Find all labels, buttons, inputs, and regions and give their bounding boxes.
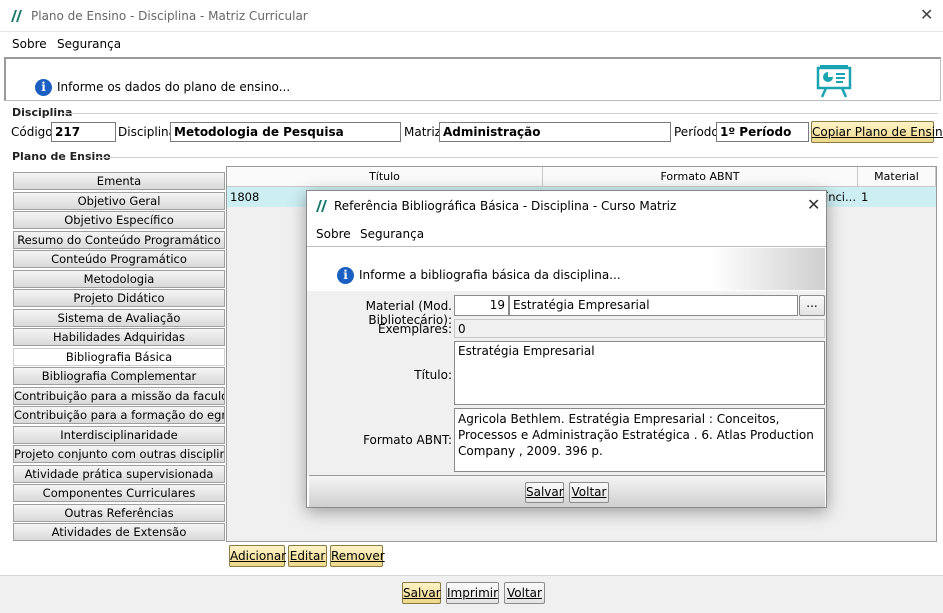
formato-abnt-field[interactable]: Agricola Bethlem. Estratégia Empresarial… — [454, 408, 825, 472]
tab-componentes-curriculares[interactable]: Componentes Curriculares — [13, 484, 225, 502]
app-logo-icon — [10, 9, 24, 23]
main-title-bar: Plano de Ensino - Disciplina - Matriz Cu… — [0, 0, 943, 32]
tab-interdisciplinaridade[interactable]: Interdisciplinaridade — [13, 426, 225, 444]
tab-contribuicao-para-a-formacao-do-egresso[interactable]: Contribuição para a formação do egresso — [13, 406, 225, 424]
voltar-button[interactable]: Voltar — [504, 582, 545, 604]
material-lookup-button[interactable]: ... — [799, 295, 825, 316]
tab-atividade-pratica-supervisionada[interactable]: Atividade prática supervisionada — [13, 465, 225, 483]
info-icon: i — [35, 79, 52, 96]
dialog-info-icon: i — [337, 267, 354, 284]
dialog-close-icon[interactable]: ✕ — [807, 195, 820, 214]
tab-contribuicao-para-a-missao-da-faculdade[interactable]: Contribuição para a missão da faculdade — [13, 387, 225, 405]
imprimir-button[interactable]: Imprimir — [446, 582, 499, 604]
remover-button[interactable]: Remover — [330, 545, 385, 567]
codigo-field[interactable]: 217 — [51, 122, 116, 142]
periodo-field[interactable]: 1º Período — [716, 122, 809, 142]
dialog-form-area: Material (Mod. Bibliotecário): 19 Estrat… — [307, 291, 826, 475]
menu-bar: Sobre Segurança — [0, 32, 943, 56]
dialog-info-message: Informe a bibliografia básica da discipl… — [359, 268, 621, 282]
presentation-board-icon — [814, 63, 854, 102]
tab-bibliografia-complementar[interactable]: Bibliografia Complementar — [13, 367, 225, 385]
dialog-app-logo-icon — [315, 199, 329, 216]
disciplina-field[interactable]: Metodologia de Pesquisa — [170, 122, 401, 142]
tab-habilidades-adquiridas[interactable]: Habilidades Adquiridas — [13, 328, 225, 346]
tab-objetivo-especifico[interactable]: Objetivo Específico — [13, 211, 225, 229]
exemplares-label: Exemplares: — [377, 322, 452, 336]
row-material-cell: 1 — [861, 190, 869, 204]
menu-sobre[interactable]: Sobre — [12, 37, 47, 51]
editar-button[interactable]: Editar — [288, 545, 327, 567]
dialog-salvar-button[interactable]: Salvar — [525, 482, 564, 503]
referencia-dialog: Referência Bibliográfica Básica - Discip… — [306, 190, 827, 508]
column-header-formato-abnt[interactable]: Formato ABNT — [543, 167, 858, 187]
dialog-menu-seguranca[interactable]: Segurança — [360, 227, 424, 241]
column-header-material[interactable]: Material — [858, 167, 936, 187]
tab-objetivo-geral[interactable]: Objetivo Geral — [13, 192, 225, 210]
column-header-titulo[interactable]: Título — [227, 167, 543, 187]
dialog-info-banner: i Informe a bibliografia básica da disci… — [309, 248, 825, 290]
dialog-title: Referência Bibliográfica Básica - Discip… — [334, 199, 677, 213]
material-code-field[interactable]: 19 — [454, 295, 509, 316]
tab-bibliografia-basica[interactable]: Bibliografia Básica — [13, 348, 225, 366]
tab-metodologia[interactable]: Metodologia — [13, 270, 225, 288]
titulo-label: Título: — [414, 368, 452, 382]
salvar-button[interactable]: Salvar — [402, 582, 441, 604]
matriz-field[interactable]: Administração — [439, 122, 671, 142]
info-message: Informe os dados do plano de ensino... — [57, 80, 291, 94]
dialog-menu-sobre[interactable]: Sobre — [316, 227, 351, 241]
titulo-field[interactable]: Estratégia Empresarial — [454, 341, 825, 405]
info-banner: i Informe os dados do plano de ensino... — [4, 57, 941, 101]
exemplares-field: 0 — [454, 319, 825, 338]
row-id-cell: 1808 — [230, 190, 260, 204]
dialog-footer — [309, 475, 825, 507]
window-title: Plano de Ensino - Disciplina - Matriz Cu… — [31, 9, 308, 23]
close-icon[interactable]: ✕ — [920, 5, 933, 24]
copiar-plano-button[interactable]: Copiar Plano de Ensino — [811, 121, 943, 143]
row-formato-cell: ínci... — [825, 190, 856, 204]
codigo-label: Código: — [11, 125, 57, 139]
tab-projeto-conjunto-com-outras-disciplinas[interactable]: Projeto conjunto com outras disciplinas — [13, 445, 225, 463]
tab-sistema-de-avaliacao[interactable]: Sistema de Avaliação — [13, 309, 225, 327]
tab-outras-referencias[interactable]: Outras Referências — [13, 504, 225, 522]
menu-seguranca[interactable]: Segurança — [57, 37, 121, 51]
adicionar-button[interactable]: Adicionar — [229, 545, 286, 567]
tab-resumo-do-conteudo-programatico[interactable]: Resumo do Conteúdo Programático — [13, 231, 225, 249]
section-divider — [62, 113, 938, 114]
tab-projeto-didatico[interactable]: Projeto Didático — [13, 289, 225, 307]
tab-atividades-de-extensao[interactable]: Atividades de Extensão — [13, 523, 225, 541]
dialog-menu-divider — [307, 246, 826, 247]
dialog-voltar-button[interactable]: Voltar — [569, 482, 609, 503]
formato-abnt-label: Formato ABNT: — [363, 433, 452, 447]
material-name-field[interactable]: Estratégia Empresarial — [509, 295, 798, 316]
tab-ementa[interactable]: Ementa — [13, 172, 225, 190]
section-divider — [96, 157, 938, 158]
tab-conteudo-programatico[interactable]: Conteúdo Programático — [13, 250, 225, 268]
